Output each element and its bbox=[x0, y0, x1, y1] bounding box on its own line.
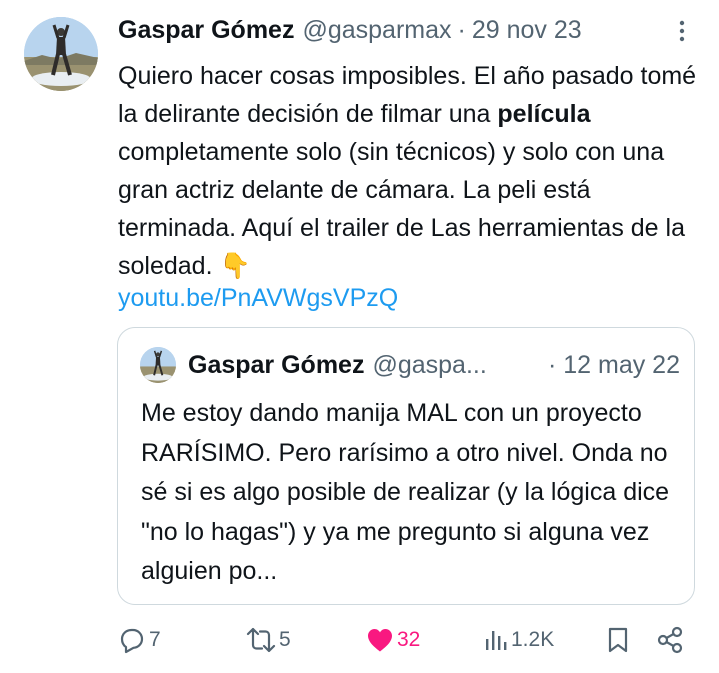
avatar-image bbox=[24, 17, 98, 91]
header-separator: · bbox=[457, 15, 466, 44]
quoted-date: · 12 may 22 bbox=[547, 350, 680, 379]
reply-button[interactable]: 7 bbox=[118, 620, 161, 660]
quoted-avatar bbox=[140, 347, 176, 383]
retweet-button[interactable]: 5 bbox=[246, 620, 291, 660]
quoted-tweet[interactable]: Gaspar Gómez @gaspa... · 12 may 22 Me es… bbox=[117, 327, 695, 605]
share-icon bbox=[657, 626, 683, 654]
share-button[interactable] bbox=[656, 620, 684, 660]
tweet-date[interactable]: 29 nov 23 bbox=[472, 16, 582, 45]
quoted-author-name: Gaspar Gómez bbox=[188, 350, 365, 379]
quoted-text: Me estoy dando manija MAL con un proyect… bbox=[141, 399, 670, 585]
author-handle[interactable]: @gasparmax bbox=[302, 16, 451, 45]
author-name[interactable]: Gaspar Gómez bbox=[118, 16, 294, 45]
reply-count: 7 bbox=[149, 628, 161, 651]
pointing-down-emoji: 👇 bbox=[219, 252, 251, 280]
like-button[interactable]: 32 bbox=[366, 620, 420, 660]
retweet-count: 5 bbox=[279, 628, 291, 651]
more-icon[interactable] bbox=[670, 16, 694, 46]
heart-icon bbox=[368, 629, 392, 652]
quoted-handle: @gaspa... bbox=[372, 350, 487, 379]
tweet-text-part: Quiero hacer cosas imposibles. El año pa… bbox=[118, 62, 697, 128]
tweet-header: Gaspar Gómez @gasparmax · 29 nov 23 bbox=[118, 12, 582, 48]
views-button[interactable]: 1.2K bbox=[484, 620, 554, 660]
bookmark-icon bbox=[608, 627, 628, 653]
like-count: 32 bbox=[397, 628, 421, 651]
avatar[interactable] bbox=[24, 17, 98, 91]
tweet-text-part: completamente solo (sin técnicos) y solo… bbox=[118, 138, 685, 280]
tweet-text: Quiero hacer cosas imposibles. El año pa… bbox=[118, 57, 698, 285]
reply-icon bbox=[120, 628, 144, 654]
views-icon bbox=[486, 631, 507, 650]
bookmark-button[interactable] bbox=[607, 620, 629, 660]
retweet-icon bbox=[246, 627, 276, 653]
action-bar: 7 5 32 1.2K bbox=[0, 620, 719, 660]
views-count: 1.2K bbox=[511, 628, 555, 651]
tweet-text-bold: película bbox=[497, 100, 591, 128]
quoted-header: Gaspar Gómez @gaspa... · 12 may 22 bbox=[188, 348, 680, 382]
tweet-link[interactable]: youtu.be/PnAVWgsVPzQ bbox=[118, 283, 398, 313]
